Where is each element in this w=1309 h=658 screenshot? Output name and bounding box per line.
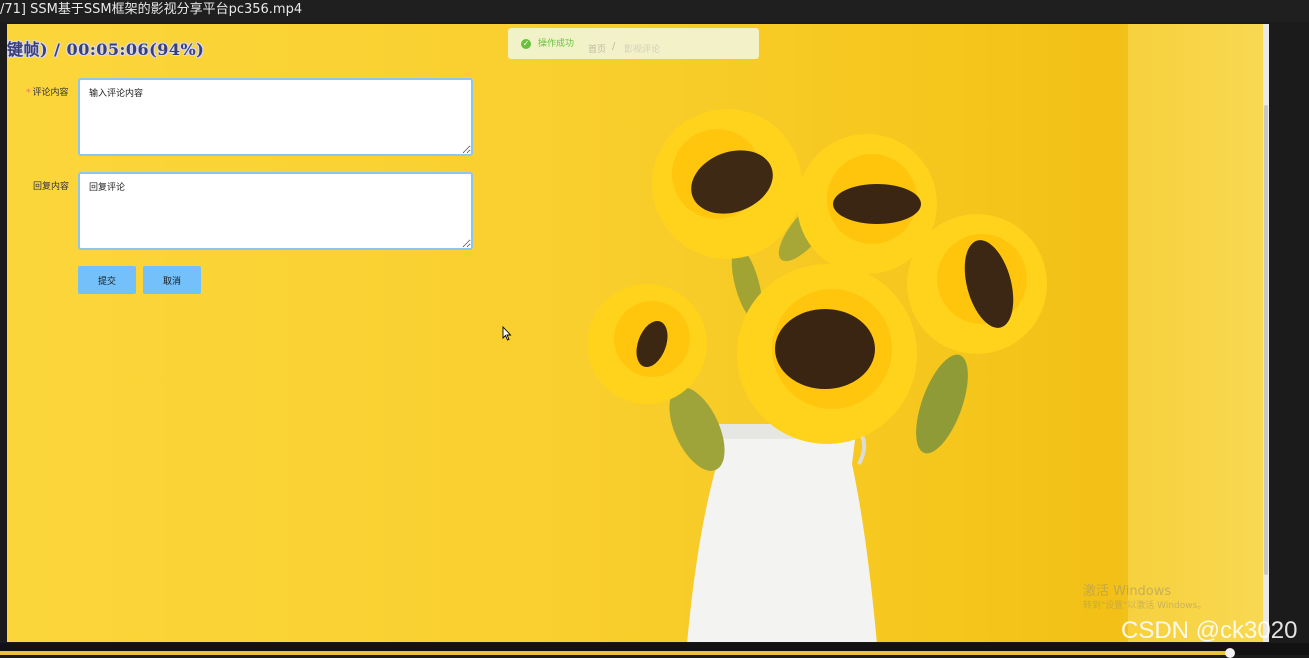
reply-label: 回复内容	[33, 182, 70, 192]
success-check-icon: ✓	[521, 39, 531, 49]
success-toast: ✓ 操作成功 首页 / 影视评论	[508, 28, 759, 59]
sunflower-vase-image	[587, 109, 1047, 642]
toast-message: 操作成功	[538, 39, 575, 49]
csdn-watermark: CSDN @ck3020	[1121, 617, 1298, 644]
window-title: /71] SSM基于SSM框架的影视分享平台pc356.mp4	[0, 2, 303, 17]
cancel-button[interactable]: 取消	[143, 266, 201, 294]
breadcrumb-separator: /	[612, 41, 616, 52]
submit-button[interactable]: 提交	[78, 266, 136, 294]
mouse-cursor-icon	[502, 326, 512, 341]
video-frame[interactable]: 键帧) / 00:05:06(94%) ✓ 操作成功 首页 / 影视评论 * 评论…	[7, 24, 1263, 642]
windows-activation-title: 激活 Windows	[1083, 584, 1172, 599]
player-timecode: 键帧) / 00:05:06(94%)	[7, 40, 205, 59]
windows-activation-subtitle: 转到"设置"以激活 Windows。	[1083, 601, 1207, 611]
reply-textarea[interactable]	[78, 172, 473, 250]
progress-knob[interactable]	[1225, 648, 1236, 658]
comment-textarea[interactable]	[78, 78, 473, 156]
right-side-panel	[1128, 24, 1263, 642]
scrollbar-thumb[interactable]	[1264, 105, 1268, 575]
breadcrumb-home[interactable]: 首页	[588, 42, 606, 55]
breadcrumb-current: 影视评论	[624, 45, 661, 55]
playback-progress-bar[interactable]	[0, 651, 1231, 655]
window-title-bar: /71] SSM基于SSM框架的影视分享平台pc356.mp4	[0, 0, 1309, 22]
comment-label: * 评论内容	[26, 88, 69, 98]
required-asterisk: *	[26, 88, 31, 98]
